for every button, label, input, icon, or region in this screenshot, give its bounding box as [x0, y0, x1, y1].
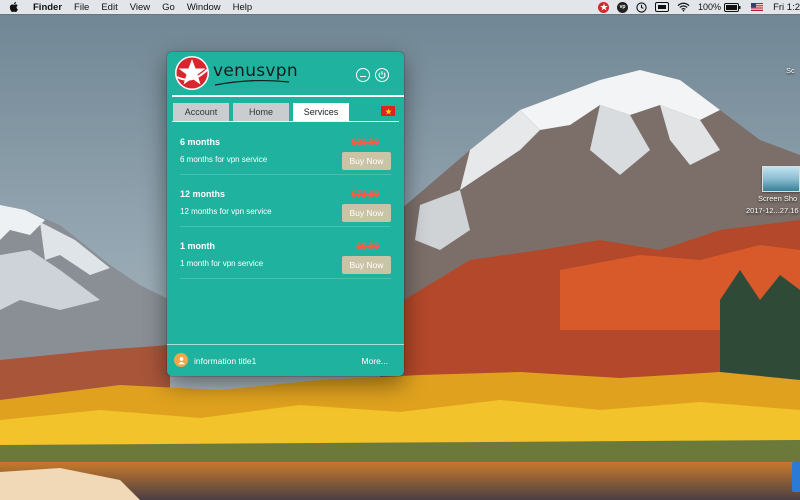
clock-icon[interactable]	[636, 1, 647, 13]
power-button[interactable]	[375, 68, 389, 82]
menu-window[interactable]: Window	[187, 2, 221, 13]
service-row: 6 months $33.99 6 months for vpn service…	[180, 123, 391, 175]
venusvpn-window: venusvpn Account Home Services 6 months …	[167, 52, 404, 376]
service-row: 1 month $8.99 1 month for vpn service Bu…	[180, 227, 391, 279]
apple-icon[interactable]	[9, 1, 21, 13]
service-price: $71.88	[351, 189, 379, 199]
buy-now-button[interactable]: Buy Now	[342, 152, 391, 170]
venusvpn-status-icon[interactable]	[598, 1, 610, 13]
desktop-screenshot-file[interactable]: Screen Sho 2017-12...27.16	[744, 166, 800, 216]
information-title[interactable]: information title1	[194, 356, 256, 366]
menu-edit[interactable]: Edit	[101, 2, 117, 13]
services-list: 6 months $33.99 6 months for vpn service…	[167, 123, 404, 279]
service-description: 12 months for vpn service	[180, 207, 272, 216]
cards-icon[interactable]	[655, 2, 670, 12]
service-price: $8.99	[356, 241, 379, 251]
menu-bar: Finder File Edit View Go Window Help vp …	[0, 0, 800, 14]
service-name: 12 months	[180, 189, 226, 199]
service-description: 6 months for vpn service	[180, 155, 268, 164]
service-name: 6 months	[180, 137, 221, 147]
tab-account[interactable]: Account	[173, 103, 229, 121]
buy-now-button[interactable]: Buy Now	[342, 204, 391, 222]
flag-icon[interactable]	[751, 3, 764, 11]
more-link[interactable]: More...	[362, 356, 388, 366]
service-price: $33.99	[351, 137, 379, 147]
tab-home[interactable]: Home	[233, 103, 289, 121]
menu-file[interactable]: File	[74, 2, 89, 13]
header-divider	[172, 95, 404, 97]
menu-app-name[interactable]: Finder	[33, 2, 62, 13]
menu-go[interactable]: Go	[162, 2, 175, 13]
wifi-icon[interactable]	[677, 2, 690, 12]
venusvpn-logo-text: venusvpn	[213, 61, 298, 81]
window-header[interactable]: venusvpn	[167, 52, 404, 96]
user-info-icon[interactable]	[174, 353, 188, 367]
file-label-line2: 2017-12...27.16	[746, 206, 799, 215]
tabs-divider	[172, 121, 399, 122]
vpn-status-icon[interactable]: vp	[617, 1, 629, 13]
dock-edge[interactable]	[792, 462, 800, 492]
desktop-file-label-partial: Sc	[786, 66, 795, 75]
tab-services[interactable]: Services	[293, 103, 349, 121]
footer-bar: information title1 More...	[167, 346, 404, 376]
battery-icon[interactable]	[724, 2, 741, 12]
menu-clock[interactable]: Fri 1:2	[773, 2, 800, 13]
battery-percent: 100%	[698, 2, 722, 12]
service-name: 1 month	[180, 241, 215, 251]
tab-bar: Account Home Services	[173, 103, 398, 121]
service-row: 12 months $71.88 12 months for vpn servi…	[180, 175, 391, 227]
buy-now-button[interactable]: Buy Now	[342, 256, 391, 274]
logo-swoosh	[214, 79, 290, 86]
footer-divider	[167, 344, 404, 345]
venusvpn-logo-icon	[175, 56, 209, 90]
menu-help[interactable]: Help	[233, 2, 253, 13]
menu-view[interactable]: View	[130, 2, 150, 13]
file-label-line1: Screen Sho	[758, 194, 798, 203]
vietnam-flag-icon[interactable]	[381, 106, 395, 116]
minimize-button[interactable]	[356, 68, 370, 82]
service-description: 1 month for vpn service	[180, 259, 264, 268]
file-thumbnail	[762, 166, 800, 192]
